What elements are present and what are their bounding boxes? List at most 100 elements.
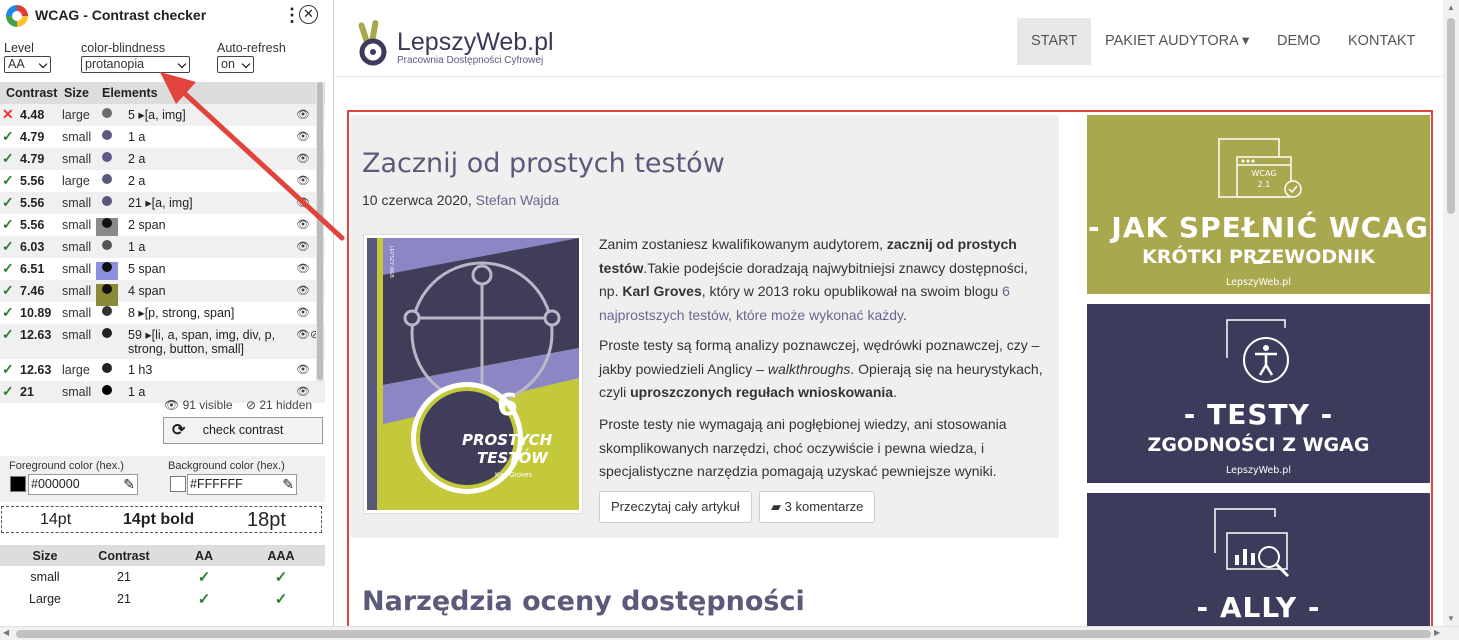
eye-icon[interactable]: 👁	[296, 385, 310, 398]
result-row[interactable]: ✓ 4.79 small 1 a 👁	[0, 126, 325, 148]
visible-count[interactable]: 👁 91 visible	[164, 398, 233, 412]
color-blindness-select[interactable]: protanopia	[81, 56, 190, 73]
result-row[interactable]: ✓ 5.56 small 21 ▸[a, img] 👁	[0, 192, 325, 214]
nav-start[interactable]: START	[1017, 18, 1092, 65]
eye-icon[interactable]: 👁	[296, 306, 310, 319]
results-table: Contrast Size Elements ✕ 4.48 large 5 ▸[a, …	[0, 82, 325, 414]
size-value: small	[62, 262, 92, 276]
scroll-left-icon[interactable]: ◀	[3, 628, 9, 637]
contrast-value: 5.56	[20, 174, 45, 188]
level-select[interactable]: AA	[4, 56, 51, 73]
pass-icon: ✓	[2, 150, 14, 166]
background-input[interactable]: #FFFFFF ✎	[187, 474, 297, 495]
elements-value[interactable]: 4 span	[128, 284, 288, 298]
elements-value[interactable]: 1 a	[128, 130, 288, 144]
page-scroll-thumb[interactable]	[1447, 18, 1455, 214]
page-vertical-scrollbar[interactable]: ▲ ▼	[1443, 0, 1459, 626]
level-control: Level AA	[4, 41, 51, 73]
hidden-count[interactable]: 21 hidden	[259, 398, 312, 412]
header-size[interactable]: Size	[64, 86, 89, 100]
color-dot	[102, 363, 112, 373]
nav-pakiet-audytora[interactable]: PAKIET AUDYTORA ▾	[1091, 18, 1263, 65]
result-row[interactable]: ✕ 4.48 large 5 ▸[a, img] 👁	[0, 104, 325, 126]
scroll-right-icon[interactable]: ▶	[1434, 628, 1440, 637]
logo-icon[interactable]	[355, 18, 391, 66]
logo-subtitle: Pracownia Dostępności Cyfrowej	[397, 55, 544, 66]
color-dot	[102, 152, 112, 162]
size-value: small	[62, 152, 92, 166]
background-swatch[interactable]	[170, 476, 186, 492]
auto-refresh-label: Auto-refresh	[217, 41, 286, 55]
elements-value[interactable]: 59 ▸[li, a, span, img, div, p, strong, b…	[128, 328, 288, 356]
check-contrast-label: check contrast	[202, 423, 284, 437]
elements-value[interactable]: 21 ▸[a, img]	[128, 196, 288, 210]
result-row[interactable]: ✓ 5.56 small 2 span 👁	[0, 214, 325, 240]
auto-refresh-select[interactable]: on	[217, 56, 254, 73]
eye-icon[interactable]: 👁	[296, 196, 310, 209]
contrast-value: 21	[20, 385, 34, 399]
color-dot	[102, 240, 112, 250]
eyedropper-icon[interactable]: ✎	[282, 475, 294, 494]
result-row[interactable]: ✓ 6.03 small 1 a 👁	[0, 236, 325, 258]
size-value: small	[62, 196, 92, 210]
result-row[interactable]: ✓ 5.56 large 2 a 👁	[0, 170, 325, 192]
result-row[interactable]: ✓ 10.89 small 8 ▸[p, strong, span] 👁	[0, 302, 325, 324]
page-horizontal-scrollbar[interactable]: ◀ ▶	[0, 626, 1459, 640]
foreground-value: #000000	[31, 477, 80, 491]
nav-demo[interactable]: DEMO	[1263, 18, 1335, 65]
result-row[interactable]: ✓ 4.79 small 2 a 👁	[0, 148, 325, 170]
elements-value[interactable]: 2 a	[128, 174, 288, 188]
eye-icon[interactable]: 👁	[296, 130, 310, 143]
eye-icon[interactable]: 👁	[296, 174, 310, 187]
eye-icon[interactable]: 👁	[296, 240, 310, 253]
result-row[interactable]: ✓ 12.63 large 1 h3 👁	[0, 359, 325, 381]
foreground-input[interactable]: #000000 ✎	[28, 474, 138, 495]
contrast-value: 7.46	[20, 284, 45, 298]
foreground-swatch[interactable]	[10, 476, 26, 492]
scroll-down-icon[interactable]: ▼	[1447, 614, 1455, 623]
check-icon: ✓	[197, 569, 211, 586]
elements-value[interactable]: 8 ▸[p, strong, span]	[128, 306, 288, 320]
nav-kontakt[interactable]: KONTAKT	[1334, 18, 1429, 65]
result-row[interactable]: ✓ 6.51 small 5 span 👁	[0, 258, 325, 284]
close-icon[interactable]: ✕	[299, 5, 318, 24]
header-elements[interactable]: Elements	[102, 86, 158, 100]
eye-icon[interactable]: 👁	[296, 363, 310, 376]
color-dot	[102, 130, 112, 140]
result-row[interactable]: ✓ 12.63 small 59 ▸[li, a, span, img, div, p…	[0, 324, 325, 359]
eye-icon[interactable]: 👁	[296, 152, 310, 165]
header-contrast[interactable]: Contrast	[6, 86, 57, 100]
logo-title[interactable]: LepszyWeb.pl	[397, 28, 554, 57]
summary-table: Size Contrast AA AAA small 21 ✓ ✓ Large …	[0, 545, 325, 610]
elements-value[interactable]: 2 span	[128, 218, 288, 232]
visibility-counts: 👁 91 visible ⊘ 21 hidden	[164, 398, 312, 412]
elements-value[interactable]: 5 span	[128, 262, 288, 276]
contrast-value: 5.56	[20, 196, 45, 210]
hidden-eye-icon: ⊘	[245, 398, 257, 412]
size-value: small	[62, 306, 92, 320]
contrast-value: 12.63	[20, 328, 52, 342]
contrast-value: 4.79	[20, 152, 45, 166]
scroll-up-icon[interactable]: ▲	[1447, 3, 1455, 12]
elements-value[interactable]: 1 h3	[128, 363, 288, 377]
eyedropper-icon[interactable]: ✎	[123, 475, 135, 494]
eye-icon[interactable]: 👁	[296, 284, 310, 297]
elements-value[interactable]: 2 a	[128, 152, 288, 166]
pass-icon: ✓	[2, 282, 14, 298]
eye-icon[interactable]: 👁	[296, 108, 310, 121]
elements-value[interactable]: 5 ▸[a, img]	[128, 108, 288, 122]
results-scrollbar[interactable]	[316, 82, 324, 382]
summary-size: small	[30, 570, 60, 584]
page-hscroll-thumb[interactable]	[16, 630, 1431, 638]
size-value: small	[62, 240, 92, 254]
color-dot	[102, 385, 112, 395]
result-row[interactable]: ✓ 7.46 small 4 span 👁	[0, 280, 325, 306]
summary-contrast: 21	[117, 570, 131, 584]
elements-value[interactable]: 1 a	[128, 385, 288, 399]
size-value: small	[62, 218, 92, 232]
elements-value[interactable]: 1 a	[128, 240, 288, 254]
check-contrast-button[interactable]: ⟳ check contrast	[163, 417, 323, 444]
eye-icon[interactable]: 👁	[296, 218, 310, 231]
eye-icon[interactable]: 👁	[296, 262, 310, 275]
sample-14pt-bold: 14pt bold	[123, 511, 195, 528]
